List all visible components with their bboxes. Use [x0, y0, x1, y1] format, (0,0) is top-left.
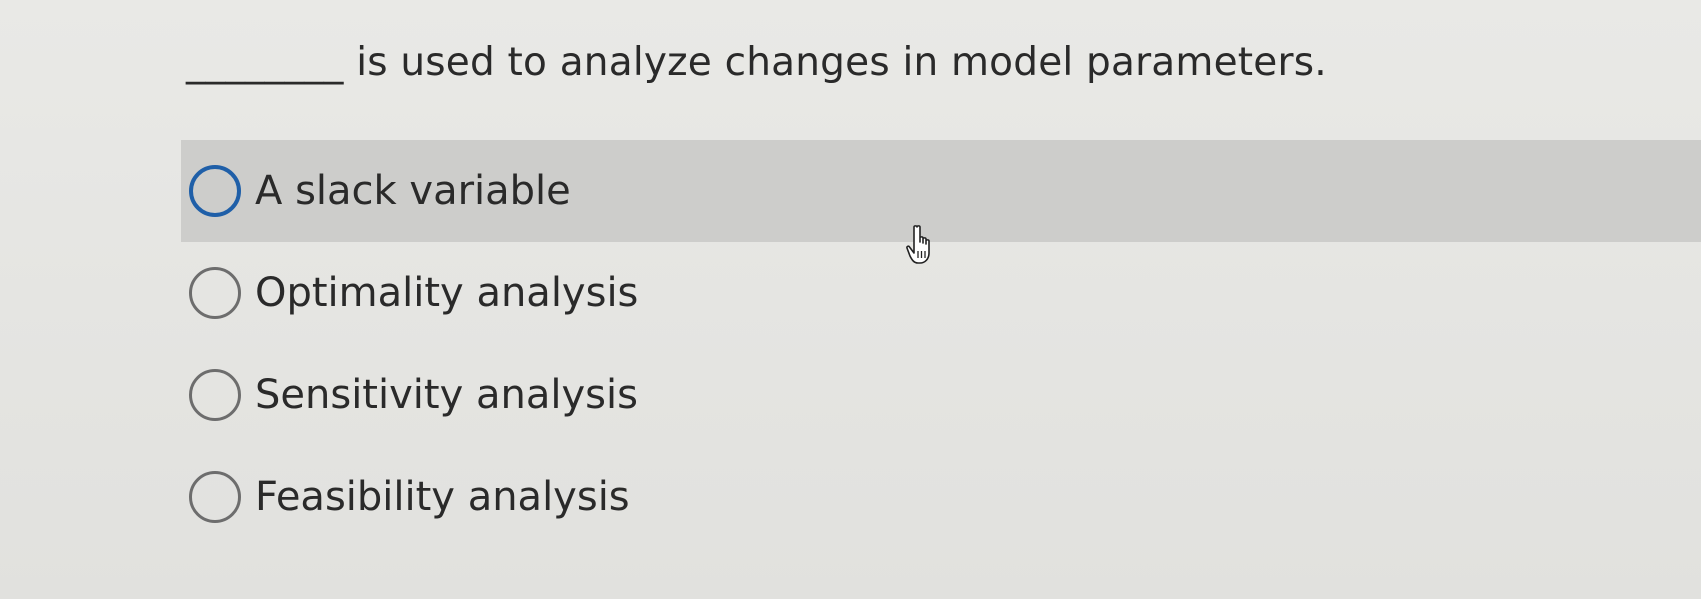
radio-button[interactable]	[189, 369, 241, 421]
option-a-slack-variable[interactable]: A slack variable	[181, 140, 1701, 242]
question-blank: ________	[186, 40, 344, 85]
option-optimality-analysis[interactable]: Optimality analysis	[181, 242, 1701, 344]
radio-button[interactable]	[189, 165, 241, 217]
answer-options: A slack variable Optimality analysis Sen…	[0, 140, 1701, 548]
option-label: Sensitivity analysis	[255, 372, 638, 418]
option-label: Feasibility analysis	[255, 474, 630, 520]
hand-pointer-icon	[906, 225, 930, 264]
option-label: Optimality analysis	[255, 270, 639, 316]
option-sensitivity-analysis[interactable]: Sensitivity analysis	[181, 344, 1701, 446]
quiz-page: ________ is used to analyze changes in m…	[0, 0, 1701, 599]
question-body: is used to analyze changes in model para…	[356, 40, 1327, 85]
radio-button[interactable]	[189, 471, 241, 523]
question-text: ________ is used to analyze changes in m…	[186, 40, 1327, 85]
radio-button[interactable]	[189, 267, 241, 319]
option-feasibility-analysis[interactable]: Feasibility analysis	[181, 446, 1701, 548]
option-label: A slack variable	[255, 168, 571, 214]
